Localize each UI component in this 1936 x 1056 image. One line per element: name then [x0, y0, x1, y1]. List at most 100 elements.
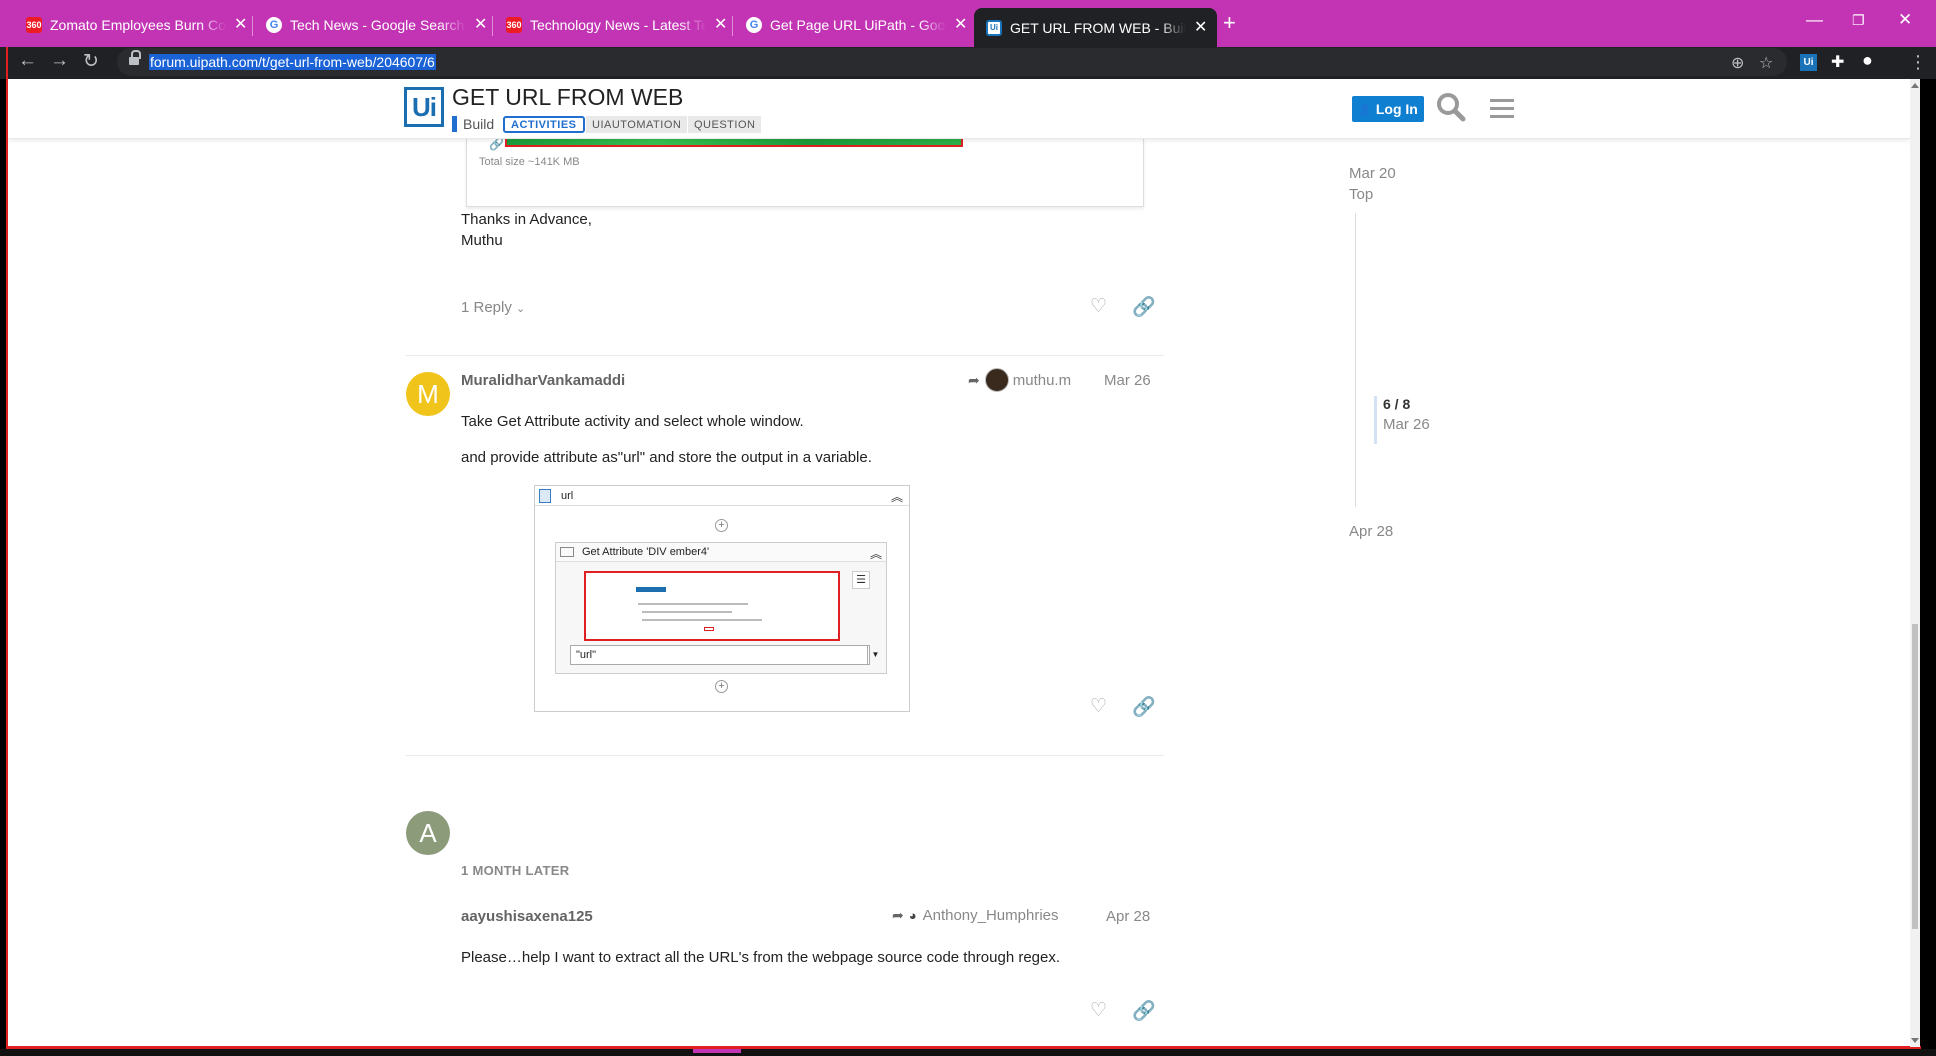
post-date[interactable]: Mar 26 [1104, 372, 1151, 389]
timeline-end-date[interactable]: Apr 28 [1349, 523, 1393, 540]
forward-icon[interactable]: → [50, 50, 69, 72]
like-heart-icon[interactable]: ♡ [1090, 695, 1107, 718]
like-heart-icon[interactable]: ♡ [1090, 295, 1107, 318]
reload-icon[interactable]: ↻ [83, 50, 99, 73]
close-tab-icon[interactable]: ✕ [1194, 19, 1207, 36]
scrollbar-thumb[interactable] [1912, 624, 1918, 929]
add-activity-icon: + [715, 680, 728, 693]
tab-separator [732, 16, 733, 36]
post-divider [406, 755, 1164, 756]
share-link-icon[interactable]: 🔗 [1132, 999, 1156, 1023]
install-app-icon[interactable]: ⊕ [1731, 53, 1744, 73]
add-activity-icon: + [715, 519, 728, 532]
page-viewport: Ui GET URL FROM WEB Build ACTIVITIES UIA… [8, 79, 1910, 1047]
timeline-top-link[interactable]: Top [1349, 186, 1373, 203]
hamburger-menu-icon[interactable] [1490, 99, 1514, 119]
dropdown-arrow-icon: ▼ [867, 646, 883, 664]
post-text: Thanks in Advance, [461, 211, 592, 228]
site-360-icon: 360 [506, 17, 522, 33]
replies-count: 1 Reply [461, 299, 512, 316]
like-heart-icon[interactable]: ♡ [1090, 999, 1107, 1022]
post-screenshot-image[interactable]: url ︽ + Get Attribute 'DIV ember4' ︽ ☰ "… [534, 485, 910, 712]
browser-tab[interactable]: G Get Page URL UiPath - Google Se ✕ [734, 9, 977, 41]
browser-tab[interactable]: 360 Technology News - Latest Tech N ✕ [494, 9, 737, 41]
topic-title[interactable]: GET URL FROM WEB [452, 84, 683, 111]
category-badge[interactable]: Build [452, 116, 494, 132]
avatar-letter: A [419, 817, 437, 848]
reply-arrow-icon: ➦ [968, 371, 980, 388]
timeline-start-date[interactable]: Mar 20 [1349, 165, 1396, 182]
activity-menu-icon: ☰ [852, 571, 870, 589]
browser-tab-active[interactable]: Ui GET URL FROM WEB - Build - UiP ✕ [974, 8, 1218, 47]
scroll-up-icon[interactable] [1911, 83, 1919, 88]
activity-name: Get Attribute 'DIV ember4' [582, 546, 710, 558]
site-header: Ui GET URL FROM WEB Build ACTIVITIES UIA… [8, 79, 1910, 139]
reply-arrow-icon: ➦ [892, 907, 904, 923]
reply-to-username: muthu.m [1012, 371, 1072, 389]
avatar-letter: M [417, 378, 439, 409]
browser-tab[interactable]: 360 Zomato Employees Burn Compan ✕ [14, 9, 257, 41]
reply-to-user[interactable]: ➦ ◕ Anthony_Humphries [892, 907, 1059, 924]
close-tab-icon[interactable]: ✕ [954, 17, 967, 33]
sequence-icon [539, 489, 551, 503]
scroll-down-icon[interactable] [1911, 1038, 1919, 1043]
timeline-position-date: Mar 26 [1383, 416, 1430, 433]
activity-header: Get Attribute 'DIV ember4' ︽ [556, 543, 886, 562]
timeline-position: 6 / 8 [1383, 396, 1411, 412]
close-window-icon[interactable]: ✕ [1898, 10, 1912, 30]
reply-to-username: Anthony_Humphries [922, 907, 1059, 924]
post-text: Take Get Attribute activity and select w… [461, 413, 804, 430]
chevron-down-icon: ⌄ [516, 303, 526, 315]
taskbar-edge [0, 1049, 1936, 1056]
restore-icon[interactable]: ❐ [1852, 12, 1865, 29]
tab-title: Tech News - Google Search [290, 17, 465, 33]
avatar[interactable]: A [406, 811, 450, 855]
url-text[interactable]: forum.uipath.com/t/get-url-from-web/2046… [149, 54, 436, 70]
minimize-icon[interactable]: — [1806, 10, 1823, 30]
replies-toggle[interactable]: 1 Reply ⌄ [461, 299, 525, 316]
reply-to-user[interactable]: ➦ muthu.m [968, 368, 1071, 392]
avatar[interactable]: M [406, 372, 450, 416]
post-username[interactable]: aayushisaxena125 [461, 908, 593, 925]
share-link-icon[interactable]: 🔗 [1132, 695, 1156, 719]
close-tab-icon[interactable]: ✕ [714, 17, 727, 33]
timeline-handle[interactable] [1374, 396, 1377, 444]
attachment-image-strip [505, 139, 963, 147]
attachment-size: Total size ~141K MB [479, 156, 580, 168]
post-username[interactable]: MuralidharVankamaddi [461, 372, 625, 389]
page-scrollbar[interactable] [1910, 79, 1920, 1047]
post-text: and provide attribute as"url" and store … [461, 449, 872, 466]
extensions-puzzle-icon[interactable]: ✚ [1831, 52, 1844, 72]
tag-activities[interactable]: ACTIVITIES [503, 116, 585, 133]
profile-avatar-icon[interactable]: ● [1862, 50, 1873, 71]
address-bar[interactable]: forum.uipath.com/t/get-url-from-web/2046… [117, 48, 1787, 76]
login-button[interactable]: 👤 Log In [1352, 96, 1424, 122]
browser-tab[interactable]: G Tech News - Google Search ✕ [254, 9, 497, 41]
tag-uiautomation[interactable]: UIAUTOMATION [586, 116, 688, 133]
attachment-preview[interactable]: 🔗 Total size ~141K MB [466, 137, 1144, 207]
user-avatar-icon: ◕ [908, 908, 917, 923]
search-icon[interactable] [1436, 92, 1466, 129]
browser-menu-icon[interactable]: ⋮ [1909, 52, 1927, 73]
back-icon[interactable]: ← [18, 50, 37, 72]
collapse-icon: ︽ [869, 547, 882, 561]
post-text: Muthu [461, 232, 503, 249]
new-tab-icon[interactable]: + [1223, 12, 1236, 34]
login-label: Log In [1375, 101, 1418, 117]
uipath-icon: Ui [986, 19, 1002, 36]
browser-tab-strip: 360 Zomato Employees Burn Compan ✕ G Tec… [0, 0, 1936, 47]
bookmark-star-icon[interactable]: ☆ [1759, 53, 1773, 73]
tab-title: Get Page URL UiPath - Google Se [770, 17, 946, 33]
browser-toolbar: ← → ↻ forum.uipath.com/t/get-url-from-we… [0, 47, 1936, 79]
sequence-name: url [561, 489, 574, 502]
tab-title: Technology News - Latest Tech N [530, 17, 706, 33]
uipath-logo[interactable]: Ui [404, 87, 444, 127]
target-element-thumbnail [584, 571, 840, 641]
uipath-extension-icon[interactable]: Ui [1800, 54, 1817, 71]
timeline-track[interactable] [1355, 213, 1356, 507]
close-tab-icon[interactable]: ✕ [474, 17, 487, 33]
share-link-icon[interactable]: 🔗 [1132, 295, 1156, 319]
post-date[interactable]: Apr 28 [1106, 908, 1150, 925]
close-tab-icon[interactable]: ✕ [234, 17, 247, 33]
tag-question[interactable]: QUESTION [688, 116, 762, 133]
